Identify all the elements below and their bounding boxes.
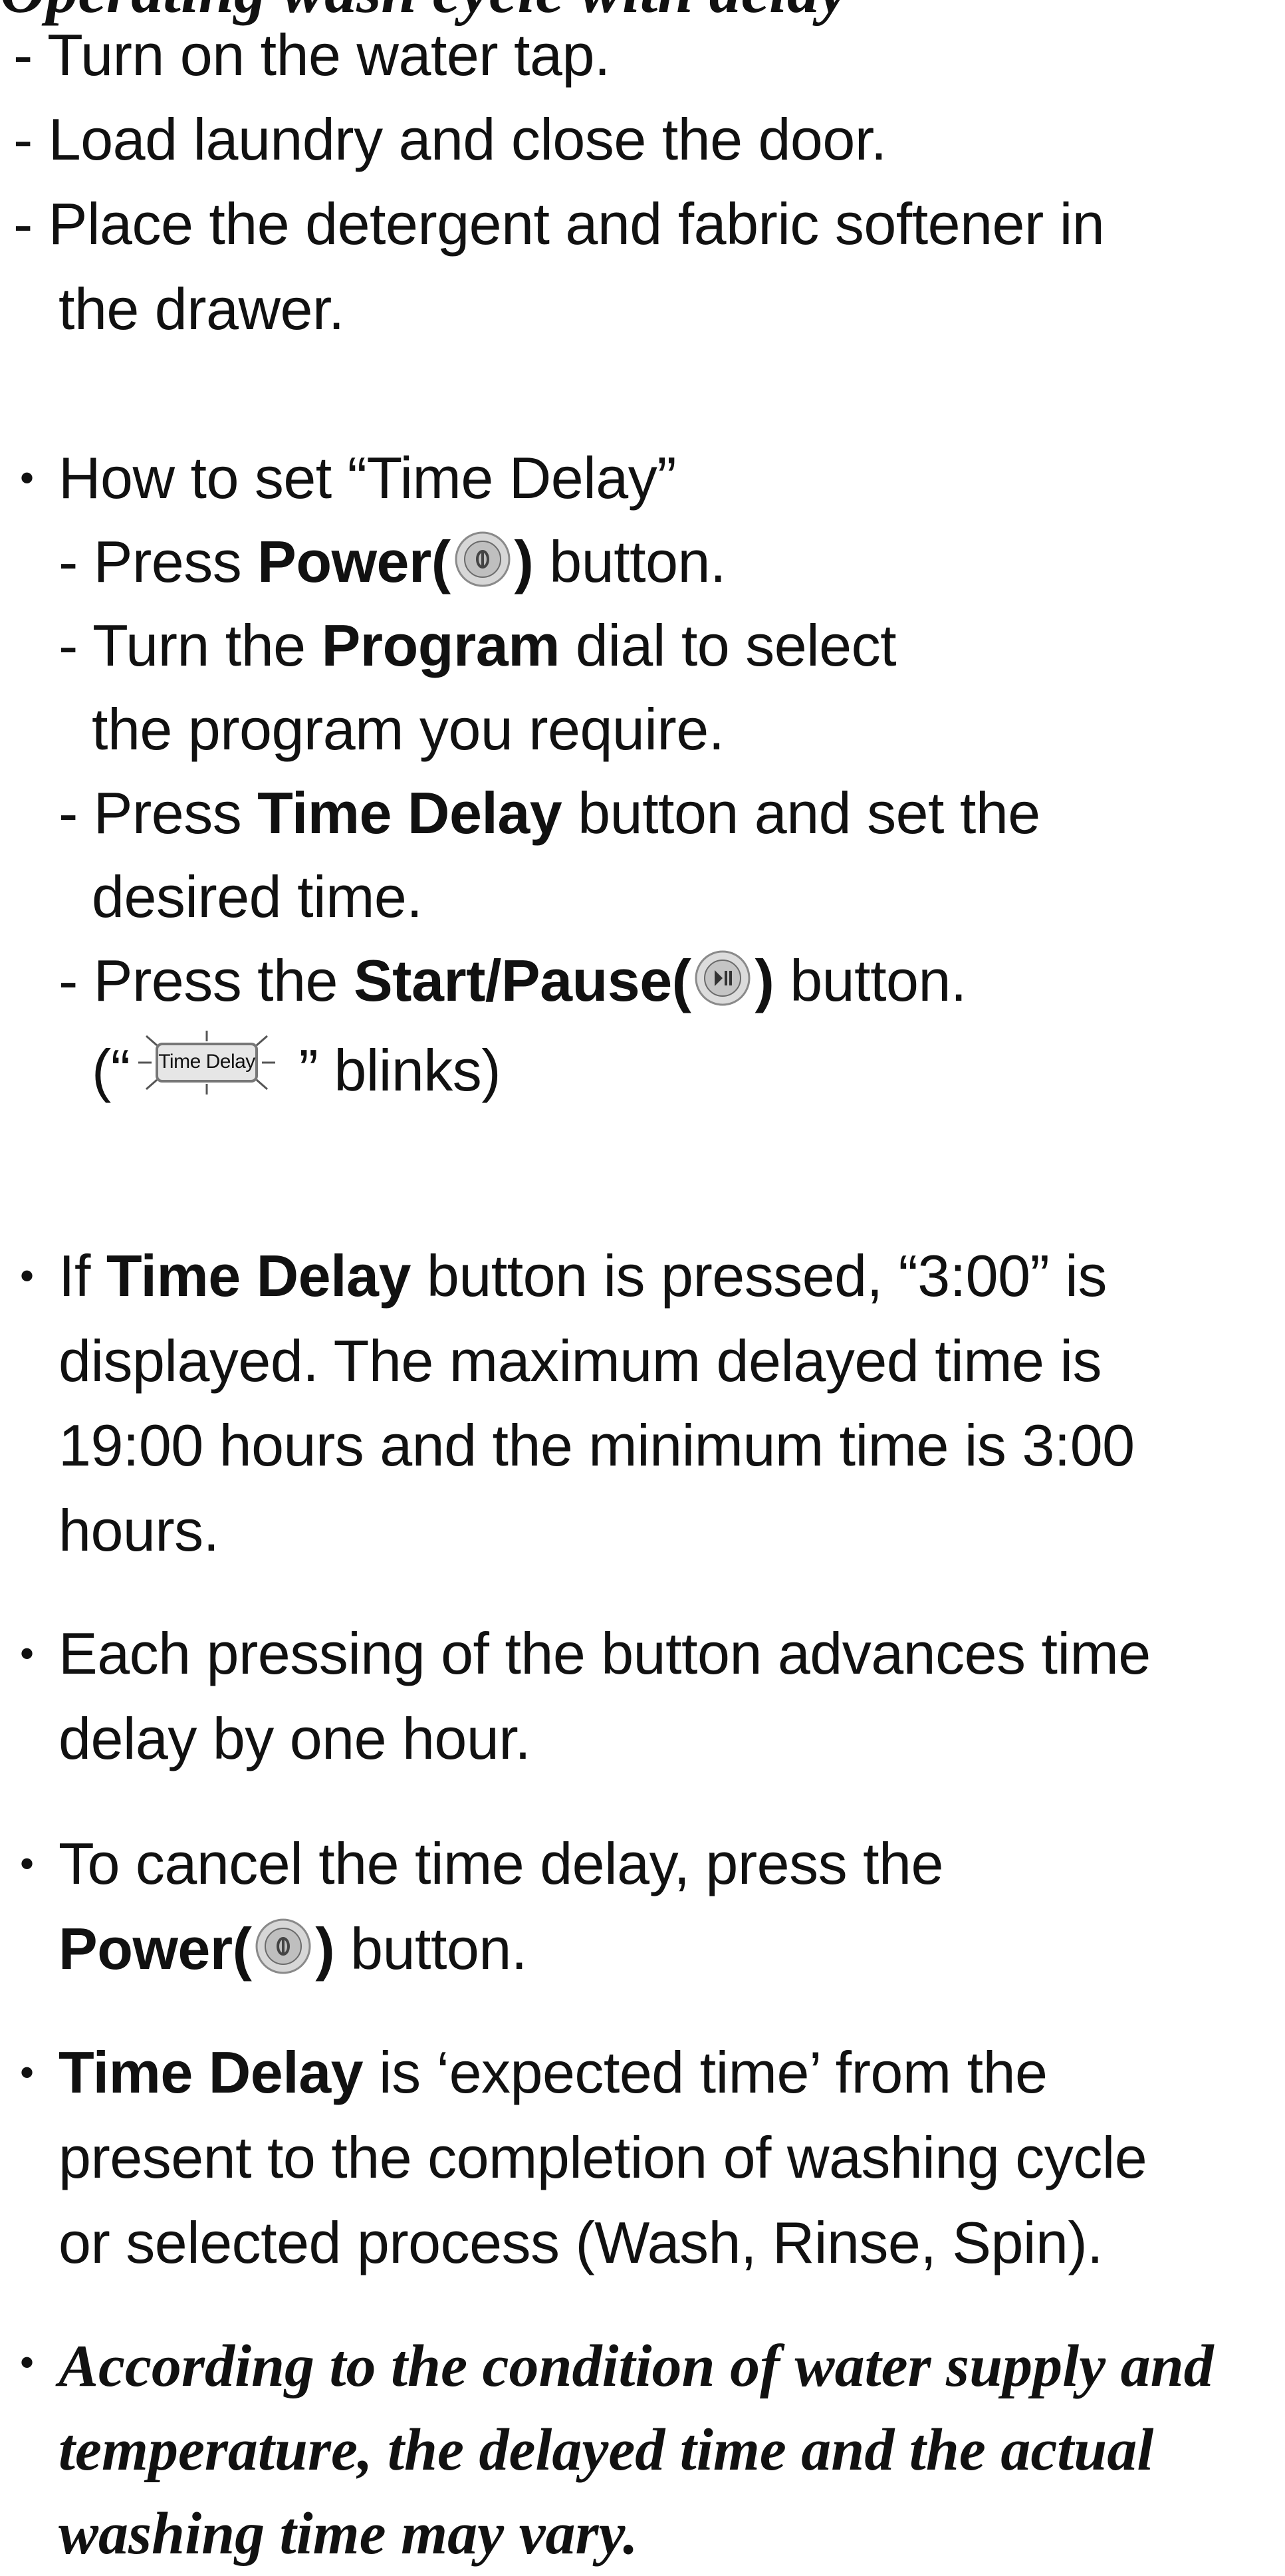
howto-heading: How to set “Time Delay” [58, 445, 677, 511]
time-delay-indicator: Time Delay [130, 1029, 283, 1096]
power-button-icon [451, 527, 515, 591]
note-2-line-1: Each pressing of the button advances tim… [58, 1620, 1151, 1686]
step-2: - Load laundry and close the door. [13, 106, 887, 172]
step-1: - Turn on the water tap. [13, 22, 610, 88]
howto-step-program: - Turn the Program dial to select [58, 612, 897, 678]
bullet: • [20, 1631, 35, 1676]
step-3: - Place the detergent and fabric softene… [13, 191, 1105, 257]
howto-step-program-cont: the program you require. [92, 696, 725, 762]
howto-step-timedelay: - Press Time Delay button and set the [58, 780, 1040, 846]
power-button-icon [251, 1914, 315, 1978]
bullet: • [20, 2050, 35, 2095]
note-1-line-1: If Time Delay button is pressed, “3:00” … [58, 1243, 1107, 1309]
svg-text:Time Delay: Time Delay [158, 1051, 255, 1073]
note-3-line-1: To cancel the time delay, press the [58, 1831, 943, 1896]
note-4-line-2: present to the completion of washing cyc… [58, 2125, 1147, 2190]
note-1-line-3: 19:00 hours and the minimum time is 3:00 [58, 1412, 1135, 1478]
manual-page: Operating wash cycle with delay - Turn o… [0, 0, 1285, 2567]
howto-blinks: (“ Time Delay ” blinks) [92, 1029, 501, 1106]
note-5-line-2: temperature, the delayed time and the ac… [58, 2417, 1154, 2483]
howto-step-start: - Press the Start/Pause( ) button. [58, 946, 967, 1013]
start-pause-button-icon [691, 946, 755, 1010]
step-3-cont: the drawer. [58, 276, 344, 342]
note-2-line-2: delay by one hour. [58, 1706, 531, 1771]
note-3-line-2: Power( ) button. [58, 1914, 527, 1982]
note-4-line-1: Time Delay is ‘expected time’ from the [58, 2039, 1048, 2105]
bullet: • [20, 455, 35, 500]
note-5-line-3: washing time may vary. [58, 2501, 638, 2567]
bullet: • [20, 2340, 35, 2384]
bullet: • [20, 1253, 35, 1298]
note-4-line-3: or selected process (Wash, Rinse, Spin). [58, 2210, 1104, 2275]
clipped-header: Operating wash cycle with delay [0, 0, 848, 23]
howto-step-power: - Press Power( ) button. [58, 527, 726, 594]
bullet: • [20, 1841, 35, 1886]
note-5-line-1: According to the condition of water supp… [58, 2333, 1214, 2399]
note-1-line-2: displayed. The maximum delayed time is [58, 1328, 1102, 1394]
note-1-line-4: hours. [58, 1497, 219, 1563]
howto-step-timedelay-cont: desired time. [92, 864, 423, 930]
